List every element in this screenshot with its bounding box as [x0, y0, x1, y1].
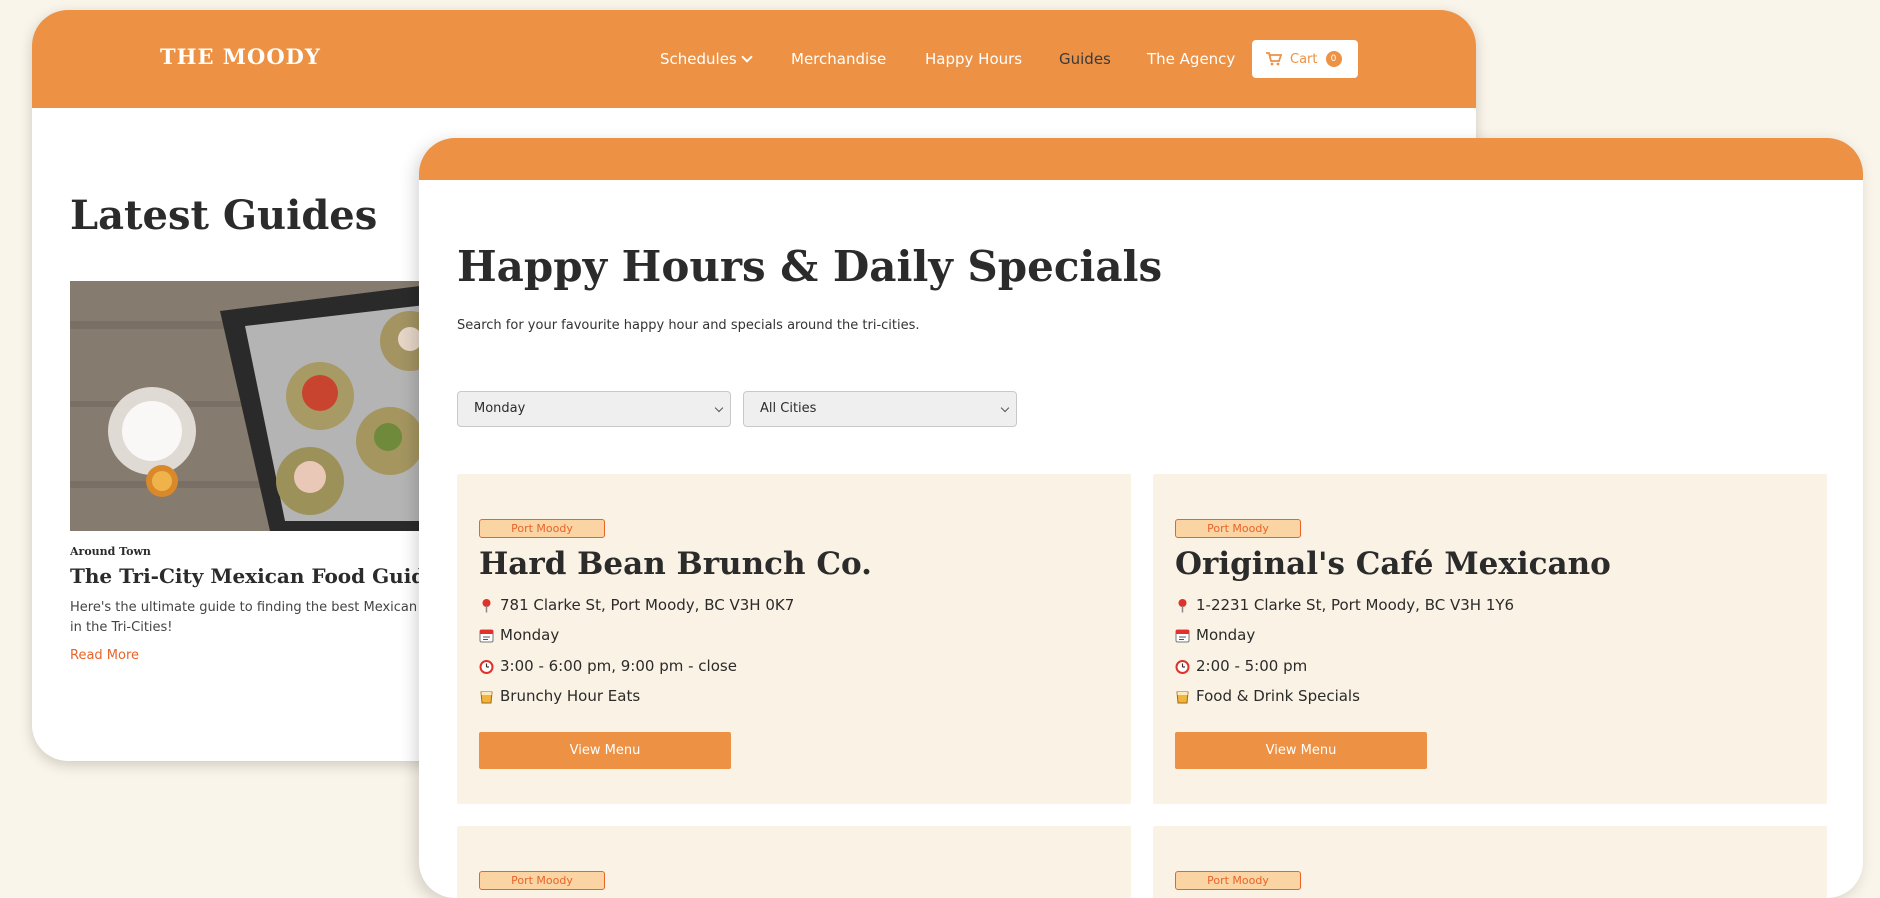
venue-time: 3:00 - 6:00 pm, 9:00 pm - close: [479, 657, 737, 675]
view-menu-button[interactable]: View Menu: [1175, 732, 1427, 769]
site-header: THE MOODY Schedules Merchandise Happy Ho…: [32, 10, 1476, 108]
round-pushpin-icon: [482, 598, 491, 612]
venue-address: 781 Clarke St, Port Moody, BC V3H 0K7: [479, 596, 794, 614]
city-badge: Port Moody: [1175, 519, 1301, 538]
drink-glass-icon: [1176, 691, 1189, 703]
drink-glass-icon: [480, 691, 493, 703]
guide-card: Around Town The Tri-City Mexican Food Gu…: [70, 281, 460, 663]
nav-item-guides[interactable]: Guides: [1059, 50, 1111, 68]
chevron-down-icon: [741, 51, 753, 63]
nav-item-merchandise[interactable]: Merchandise: [791, 50, 886, 68]
venue-special: Brunchy Hour Eats: [479, 687, 640, 705]
city-badge: Port Moody: [479, 519, 605, 538]
nav-item-schedules[interactable]: Schedules: [660, 50, 753, 68]
venue-special: Food & Drink Specials: [1175, 687, 1360, 705]
read-more-link[interactable]: Read More: [70, 648, 139, 663]
venue-special-text: Food & Drink Specials: [1196, 687, 1360, 705]
venue-card: Port Moody: [457, 826, 1131, 898]
round-pushpin-icon: [1178, 598, 1187, 612]
venue-day: Monday: [479, 626, 559, 644]
venue-special-text: Brunchy Hour Eats: [500, 687, 641, 705]
guide-image[interactable]: [70, 281, 460, 531]
venue-address: 1-2231 Clarke St, Port Moody, BC V3H 1Y6: [1175, 596, 1514, 614]
day-select[interactable]: Monday: [457, 391, 731, 427]
calendar-icon: [1175, 629, 1190, 642]
guide-title[interactable]: The Tri-City Mexican Food Guide: [70, 564, 460, 588]
front-header-bar: [419, 138, 1863, 180]
venue-time-text: 3:00 - 6:00 pm, 9:00 pm - close: [500, 657, 737, 675]
chevron-down-icon: [1000, 403, 1010, 413]
venue-card: Port Moody: [1153, 826, 1827, 898]
venue-day-text: Monday: [500, 626, 560, 644]
nav-item-happy-hours[interactable]: Happy Hours: [925, 50, 1022, 68]
venue-name[interactable]: Original's Café Mexicano: [1175, 546, 1611, 582]
venue-time-text: 2:00 - 5:00 pm: [1196, 657, 1308, 675]
nav-item-schedules-label: Schedules: [660, 50, 737, 68]
front-window: Happy Hours & Daily Specials Search for …: [419, 138, 1863, 898]
chevron-down-icon: [714, 403, 724, 413]
tacos-photo: [70, 281, 460, 531]
shopping-cart-icon: [1266, 52, 1282, 66]
venue-day: Monday: [1175, 626, 1255, 644]
guide-description: Here's the ultimate guide to finding the…: [70, 600, 451, 635]
day-select-value: Monday: [474, 401, 526, 416]
venue-day-text: Monday: [1196, 626, 1256, 644]
alarm-clock-icon: [479, 659, 494, 674]
page-subtitle: Search for your favourite happy hour and…: [457, 318, 920, 333]
alarm-clock-icon: [1175, 659, 1190, 674]
latest-guides-heading: Latest Guides: [70, 192, 378, 239]
cart-count-badge: 0: [1325, 51, 1342, 67]
city-select[interactable]: All Cities: [743, 391, 1017, 427]
page-title: Happy Hours & Daily Specials: [457, 242, 1163, 291]
venue-address-text: 1-2231 Clarke St, Port Moody, BC V3H 1Y6: [1196, 596, 1515, 614]
calendar-icon: [479, 629, 494, 642]
city-badge: Port Moody: [479, 871, 605, 890]
cart-label: Cart: [1290, 51, 1318, 67]
cart-button[interactable]: Cart 0: [1252, 40, 1358, 78]
venue-card: Port Moody Original's Café Mexicano 1-22…: [1153, 474, 1827, 804]
view-menu-button[interactable]: View Menu: [479, 732, 731, 769]
venue-card: Port Moody Hard Bean Brunch Co. 781 Clar…: [457, 474, 1131, 804]
venue-address-text: 781 Clarke St, Port Moody, BC V3H 0K7: [500, 596, 795, 614]
guide-category: Around Town: [70, 545, 151, 558]
city-select-value: All Cities: [760, 401, 817, 416]
venue-name[interactable]: Hard Bean Brunch Co.: [479, 546, 872, 582]
venue-time: 2:00 - 5:00 pm: [1175, 657, 1307, 675]
nav-item-the-agency[interactable]: The Agency: [1147, 50, 1235, 68]
main-nav: Schedules Merchandise Happy Hours Guides…: [32, 10, 1476, 108]
city-badge: Port Moody: [1175, 871, 1301, 890]
